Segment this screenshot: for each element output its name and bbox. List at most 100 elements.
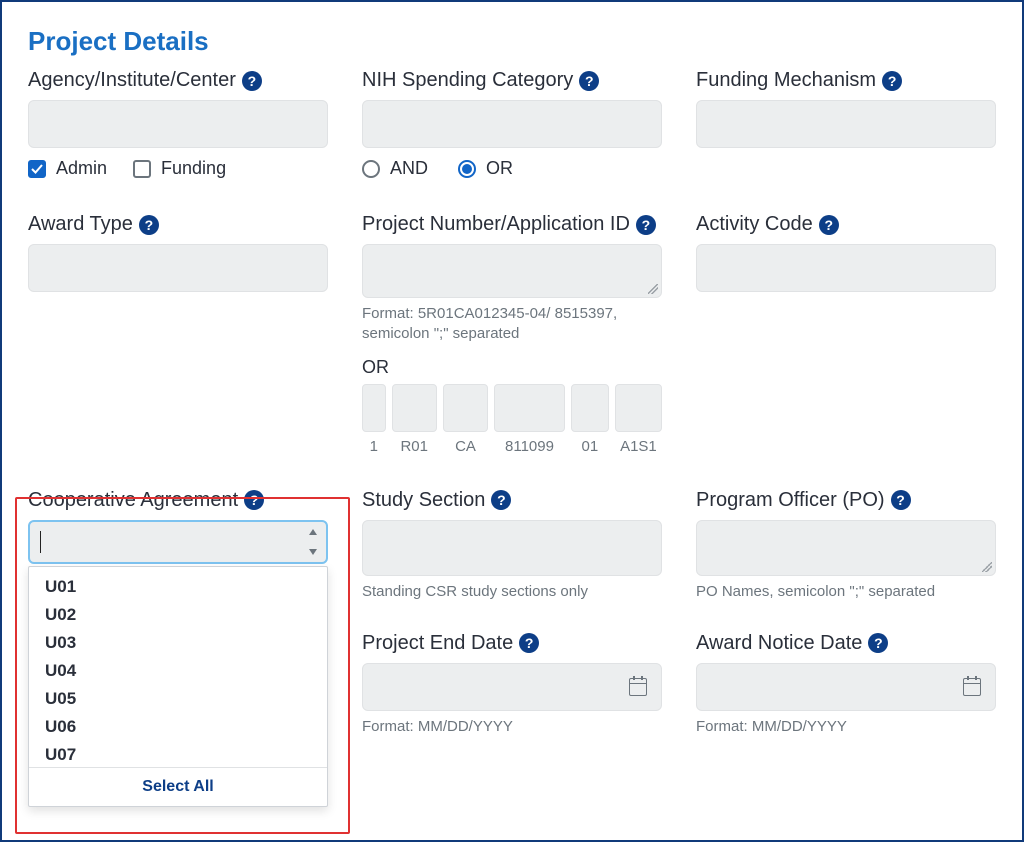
help-icon[interactable]: ? (139, 215, 159, 235)
award-notice-input[interactable] (696, 663, 996, 711)
help-icon[interactable]: ? (636, 215, 656, 235)
help-icon[interactable]: ? (242, 71, 262, 91)
project-number-segment-label: CA (443, 438, 488, 455)
coop-option[interactable]: U07 (29, 741, 327, 767)
study-section-input[interactable] (362, 520, 662, 576)
funding-mech-input[interactable] (696, 100, 996, 148)
award-type-input[interactable] (28, 244, 328, 292)
coop-input[interactable] (28, 520, 328, 564)
agency-label-text: Agency/Institute/Center (28, 69, 236, 92)
study-section-label-text: Study Section (362, 489, 485, 512)
coop-option[interactable]: U02 (29, 601, 327, 629)
funding-mech-field: Funding Mechanism ? (696, 69, 996, 179)
help-icon[interactable]: ? (244, 490, 264, 510)
po-label: Program Officer (PO) ? (696, 489, 996, 512)
chevron-down-icon (309, 549, 317, 555)
project-number-segment-input[interactable] (443, 384, 488, 432)
coop-option[interactable]: U06 (29, 713, 327, 741)
project-number-segment-input[interactable] (494, 384, 565, 432)
po-label-text: Program Officer (PO) (696, 489, 885, 512)
project-number-segment-input[interactable] (571, 384, 609, 432)
funding-checkbox[interactable] (133, 160, 151, 178)
award-notice-label: Award Notice Date ? (696, 632, 996, 655)
project-number-or: OR (362, 357, 662, 378)
coop-option[interactable]: U04 (29, 657, 327, 685)
admin-label: Admin (56, 158, 107, 179)
study-section-field: Study Section ? Standing CSR study secti… (362, 489, 662, 738)
project-number-segments (362, 384, 662, 432)
project-number-field: Project Number/Application ID ? Format: … (362, 213, 662, 455)
coop-label: Cooperative Agreement ? (28, 489, 328, 512)
funding-label: Funding (161, 158, 226, 179)
row-2: Award Type ? Project Number/Application … (28, 213, 996, 455)
activity-code-label-text: Activity Code (696, 213, 813, 236)
po-hint: PO Names, semicolon ";" separated (696, 582, 996, 602)
coop-option[interactable]: U05 (29, 685, 327, 713)
award-notice-label-text: Award Notice Date (696, 632, 862, 655)
project-number-hint: Format: 5R01CA012345-04/ 8515397, semico… (362, 304, 662, 345)
and-radio[interactable] (362, 160, 380, 178)
end-date-input[interactable] (362, 663, 662, 711)
coop-label-text: Cooperative Agreement (28, 489, 238, 512)
coop-select-all[interactable]: Select All (29, 767, 327, 806)
project-number-segment-label: R01 (392, 438, 437, 455)
calendar-icon (963, 678, 981, 696)
project-number-segment-label: 1 (362, 438, 386, 455)
or-label: OR (486, 158, 513, 179)
project-number-input[interactable] (362, 244, 662, 298)
award-type-field: Award Type ? (28, 213, 328, 455)
agency-input[interactable] (28, 100, 328, 148)
calendar-icon (629, 678, 647, 696)
coop-option[interactable]: U03 (29, 629, 327, 657)
agency-label: Agency/Institute/Center ? (28, 69, 328, 92)
spending-label-text: NIH Spending Category (362, 69, 573, 92)
project-number-segment-label: 01 (571, 438, 609, 455)
project-number-segment-label: A1S1 (615, 438, 662, 455)
admin-checkbox[interactable] (28, 160, 46, 178)
or-radio[interactable] (458, 160, 476, 178)
row-1: Agency/Institute/Center ? Admin Funding … (28, 69, 996, 179)
award-notice-hint: Format: MM/DD/YYYY (696, 717, 996, 737)
award-type-label: Award Type ? (28, 213, 328, 236)
activity-code-label: Activity Code ? (696, 213, 996, 236)
end-date-label-text: Project End Date (362, 632, 513, 655)
section-title: Project Details (28, 26, 996, 57)
award-type-label-text: Award Type (28, 213, 133, 236)
funding-mech-label-text: Funding Mechanism (696, 69, 876, 92)
project-number-label: Project Number/Application ID ? (362, 213, 662, 236)
project-number-segment-input[interactable] (362, 384, 386, 432)
help-icon[interactable]: ? (819, 215, 839, 235)
po-field: Program Officer (PO) ? PO Names, semicol… (696, 489, 996, 738)
spending-radio-row: AND OR (362, 158, 662, 179)
coop-option[interactable]: U01 (29, 573, 327, 601)
help-icon[interactable]: ? (868, 633, 888, 653)
agency-field: Agency/Institute/Center ? Admin Funding (28, 69, 328, 179)
end-date-hint: Format: MM/DD/YYYY (362, 717, 662, 737)
project-number-segment-input[interactable] (392, 384, 437, 432)
help-icon[interactable]: ? (882, 71, 902, 91)
project-number-segment-label: 811099 (494, 438, 565, 455)
coop-option-list[interactable]: U01U02U03U04U05U06U07 (29, 567, 327, 767)
row-3: Cooperative Agreement ? U01U02U03U04U05U… (28, 489, 996, 738)
activity-code-input[interactable] (696, 244, 996, 292)
funding-mech-label: Funding Mechanism ? (696, 69, 996, 92)
project-number-label-text: Project Number/Application ID (362, 213, 630, 236)
form-panel: Project Details Agency/Institute/Center … (0, 0, 1024, 842)
help-icon[interactable]: ? (519, 633, 539, 653)
help-icon[interactable]: ? (579, 71, 599, 91)
study-section-label: Study Section ? (362, 489, 662, 512)
coop-dropdown: U01U02U03U04U05U06U07 Select All (28, 566, 328, 807)
and-label: AND (390, 158, 428, 179)
text-cursor (40, 531, 41, 553)
spending-input[interactable] (362, 100, 662, 148)
project-number-segment-input[interactable] (615, 384, 662, 432)
spending-field: NIH Spending Category ? AND OR (362, 69, 662, 179)
help-icon[interactable]: ? (491, 490, 511, 510)
activity-code-field: Activity Code ? (696, 213, 996, 455)
spin-arrows[interactable] (306, 522, 320, 562)
help-icon[interactable]: ? (891, 490, 911, 510)
study-section-hint: Standing CSR study sections only (362, 582, 662, 602)
po-input[interactable] (696, 520, 996, 576)
spending-label: NIH Spending Category ? (362, 69, 662, 92)
coop-field: Cooperative Agreement ? U01U02U03U04U05U… (28, 489, 328, 738)
